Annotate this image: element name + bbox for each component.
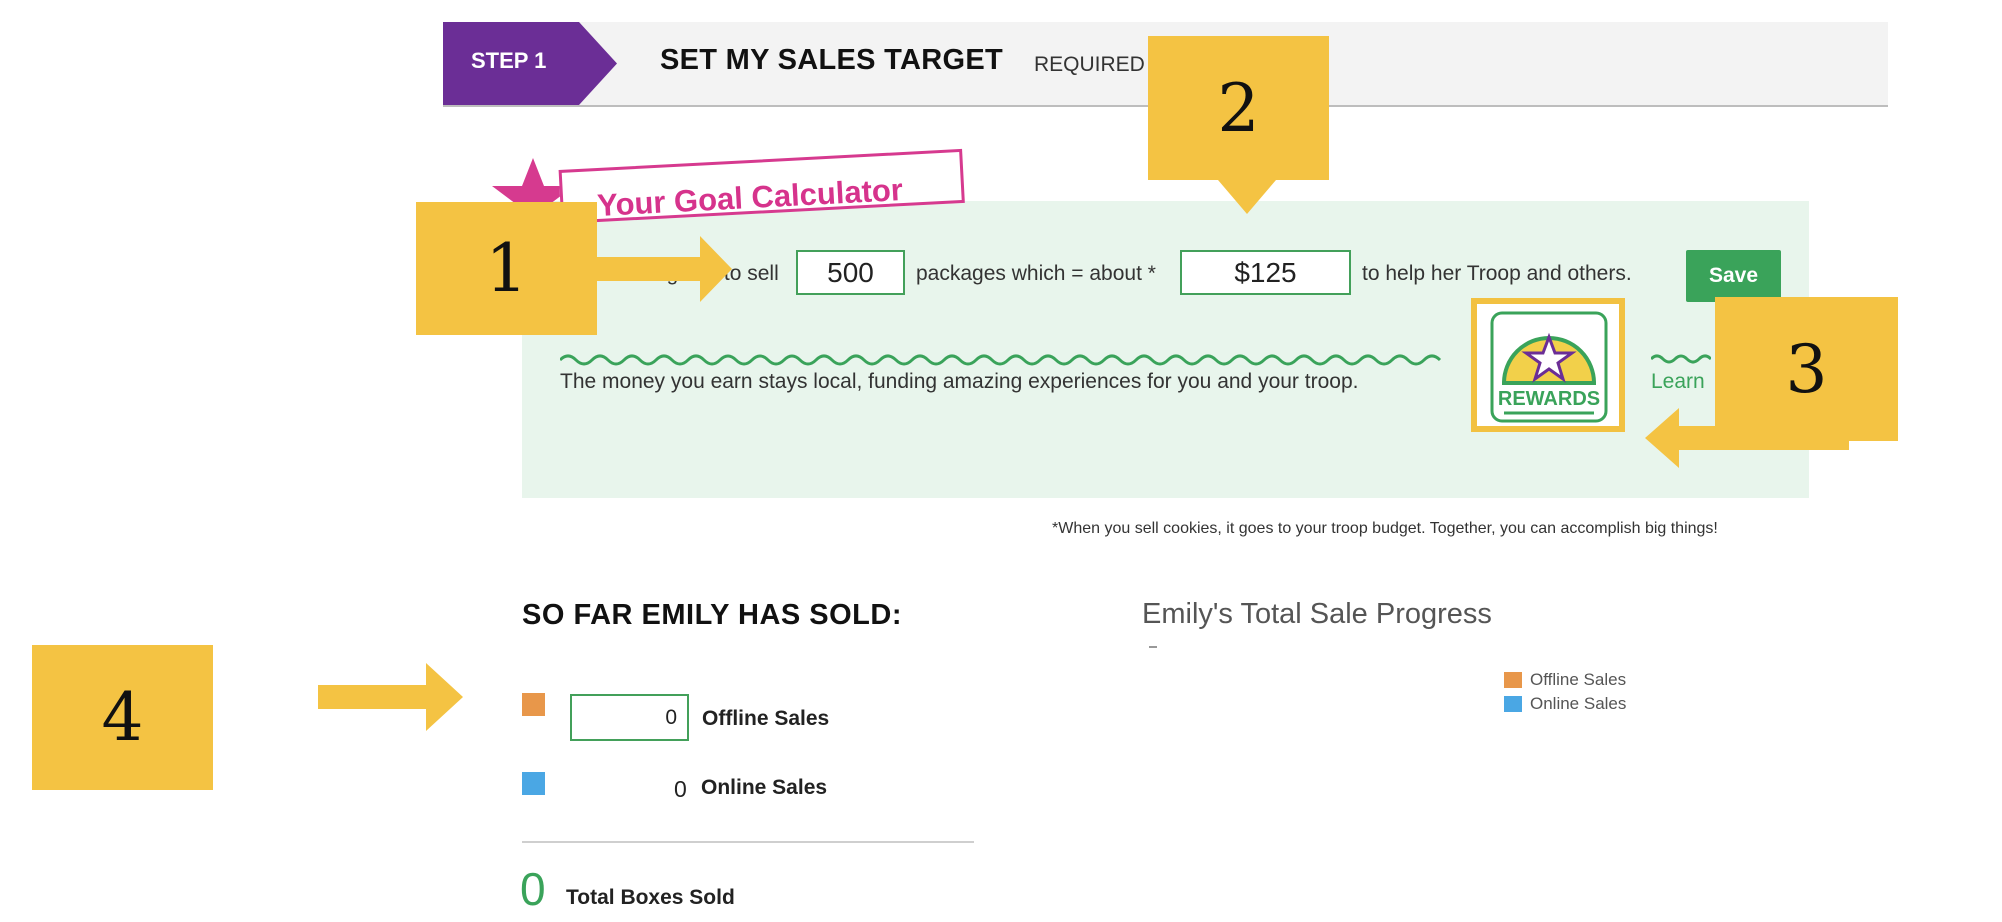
total-boxes-value: 0 (520, 863, 546, 915)
learn-squiggle (1651, 354, 1711, 364)
money-info-text: The money you earn stays local, funding … (560, 370, 1359, 393)
callout-1-arrow (597, 236, 732, 302)
step-badge-label: STEP 1 (471, 48, 547, 73)
callout-1: 1 (416, 202, 597, 335)
rewards-label: REWARDS (1498, 388, 1600, 410)
online-color-swatch (522, 772, 545, 795)
required-label: REQUIRED (1034, 53, 1145, 76)
offline-sales-input[interactable] (570, 694, 689, 741)
callout-4: 4 (32, 645, 213, 790)
goal-sentence-mid: packages which = about * (916, 262, 1156, 285)
learn-more-link[interactable]: Learn (1651, 370, 1705, 394)
packages-input[interactable] (796, 250, 905, 295)
callout-2: 2 (1148, 36, 1329, 180)
rewards-icon: REWARDS (1490, 311, 1608, 423)
footnote: *When you sell cookies, it goes to your … (1052, 520, 1718, 537)
total-boxes-label: Total Boxes Sold (566, 886, 735, 909)
callout-2-arrow (1218, 180, 1276, 214)
offline-sales-label: Offline Sales (702, 707, 830, 730)
squiggle-divider (560, 354, 1442, 366)
dollar-amount-input[interactable] (1180, 250, 1351, 295)
step-badge: STEP 1 (443, 22, 617, 105)
legend-offline-swatch (1504, 672, 1522, 688)
online-sales-label: Online Sales (701, 776, 828, 799)
callout-3-arrow (1645, 408, 1849, 468)
offline-color-swatch (522, 693, 545, 716)
legend-online-label[interactable]: Online Sales (1530, 694, 1626, 714)
legend-offline-label[interactable]: Offline Sales (1530, 670, 1626, 690)
sold-title: SO FAR EMILY HAS SOLD: (522, 599, 902, 631)
divider (522, 841, 974, 843)
chart-tick (1149, 646, 1157, 648)
online-sales-value: 0 (674, 776, 687, 802)
step-title: SET MY SALES TARGET (660, 44, 1003, 76)
save-button[interactable]: Save (1686, 250, 1781, 302)
callout-4-arrow (318, 663, 463, 731)
goal-sentence-end: to help her Troop and others. (1362, 262, 1632, 285)
legend-online-swatch (1504, 696, 1522, 712)
chart-title: Emily's Total Sale Progress (1142, 598, 1492, 630)
